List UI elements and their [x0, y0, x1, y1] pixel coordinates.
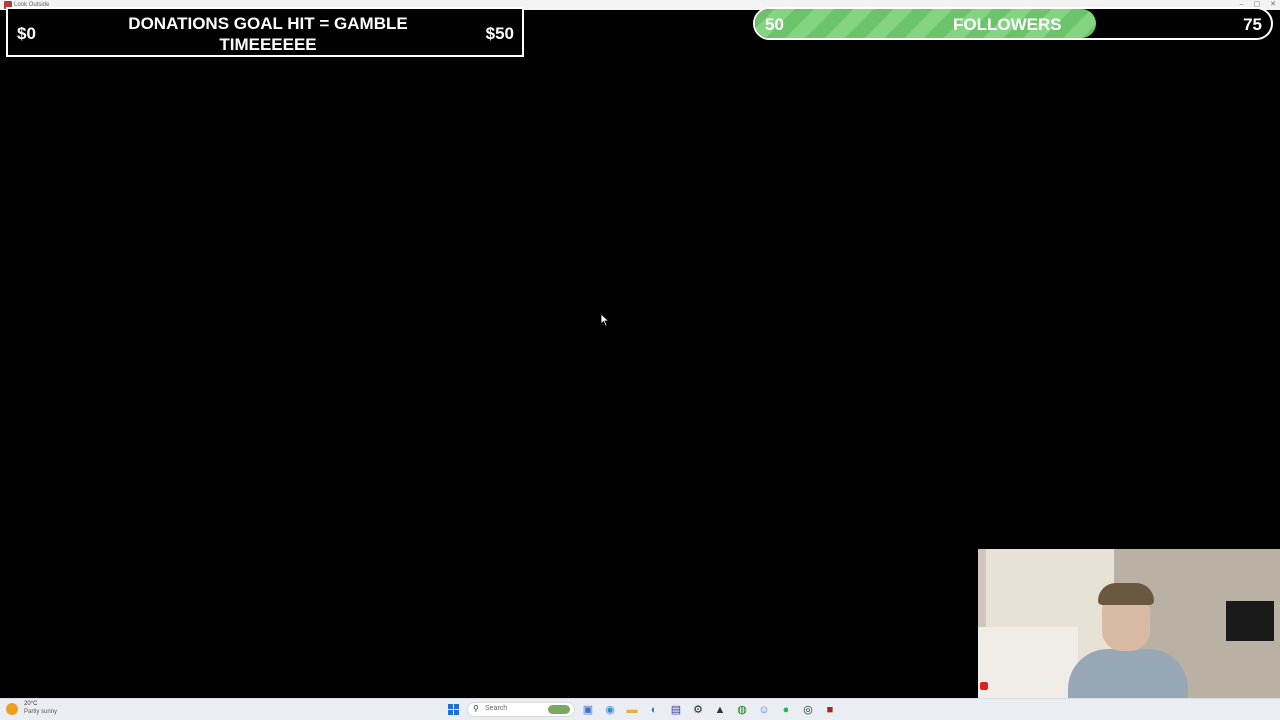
game-app-icon[interactable]: ■ — [823, 703, 837, 717]
donation-goal-title: DONATIONS GOAL HIT = GAMBLE TIMEEEEEE — [128, 14, 408, 54]
taskbar-search[interactable]: ⚲ Search — [467, 702, 575, 717]
streamer-hair — [1098, 583, 1154, 605]
windows-taskbar: 20°C Partly sunny ⚲ Search ▣ ◉ ▬ ◐ ▤ ⚙ ▲ ◍ ☺ ● ◎ ■ — [0, 698, 1280, 720]
search-icon: ⚲ — [473, 704, 479, 713]
xbox-icon[interactable]: ◍ — [735, 703, 749, 717]
file-explorer-icon[interactable]: ▬ — [625, 703, 639, 717]
streamer-body — [1068, 649, 1188, 698]
start-button[interactable] — [448, 704, 459, 715]
search-highlight-image — [548, 705, 570, 714]
donation-goal-widget: $0 DONATIONS GOAL HIT = GAMBLE TIMEEEEEE… — [6, 7, 524, 57]
search-placeholder: Search — [485, 705, 508, 712]
copilot-icon[interactable]: ◉ — [603, 703, 617, 717]
follower-goal-widget: 50 FOLLOWERS 75 — [753, 7, 1273, 40]
close-button[interactable]: ✕ — [1270, 0, 1276, 10]
mouse-cursor-icon — [600, 313, 610, 327]
weather-temperature[interactable]: 20°C — [24, 701, 37, 707]
widgets-icon[interactable]: ▣ — [581, 703, 595, 717]
follower-goal-label: FOLLOWERS — [953, 15, 1062, 34]
taskbar-pinned-apps: ▣ ◉ ▬ ◐ ▤ ⚙ ▲ ◍ ☺ ● ◎ ■ — [581, 703, 837, 717]
weather-icon[interactable] — [6, 703, 18, 715]
follower-start-value: 50 — [765, 15, 784, 34]
webcam-background-monitor — [1226, 601, 1274, 641]
edge-icon[interactable]: ◐ — [647, 703, 661, 717]
steam-client-icon[interactable]: ◎ — [801, 703, 815, 717]
windows-logo-icon — [448, 704, 453, 709]
weather-description[interactable]: Partly sunny — [24, 709, 57, 715]
epic-games-icon[interactable]: ▲ — [713, 703, 727, 717]
webcam-feed — [978, 549, 1280, 698]
donation-current-amount: $0 — [17, 24, 36, 43]
steam-icon[interactable]: ⚙ — [691, 703, 705, 717]
store-icon[interactable]: ▤ — [669, 703, 683, 717]
discord-icon[interactable]: ☺ — [757, 703, 771, 717]
follower-goal-target: 75 — [1243, 15, 1262, 34]
record-indicator-icon — [980, 682, 988, 690]
donation-target-amount: $50 — [485, 24, 514, 43]
webcam-background-bed — [978, 627, 1078, 698]
spotify-icon[interactable]: ● — [779, 703, 793, 717]
